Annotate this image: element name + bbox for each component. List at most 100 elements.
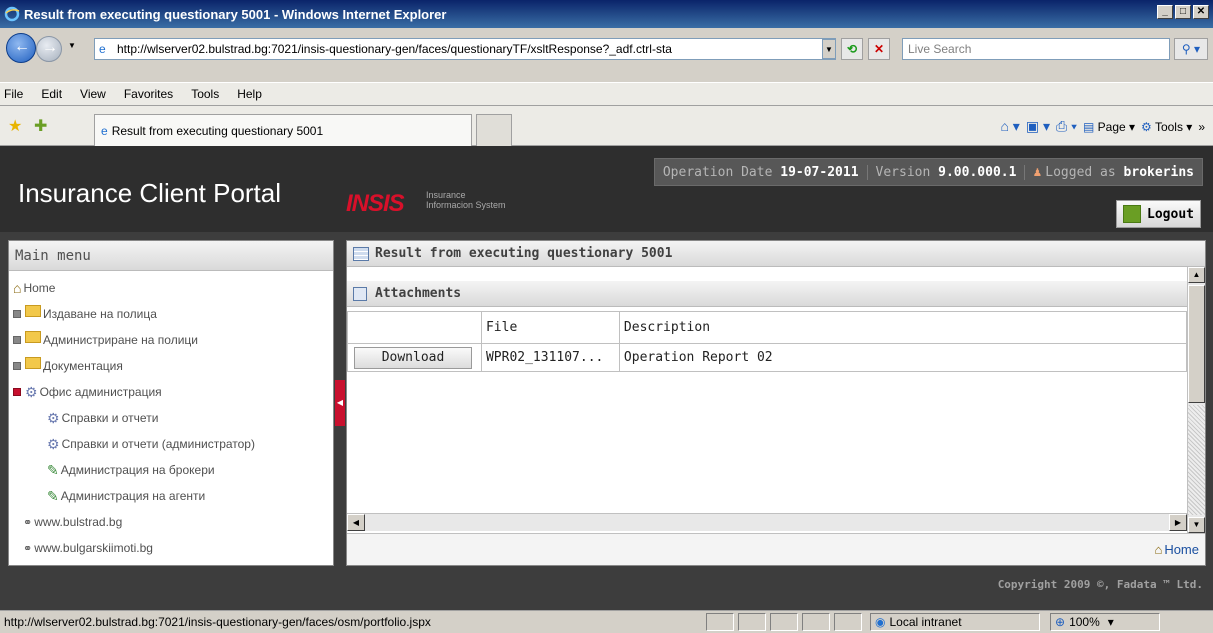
vertical-scrollbar[interactable]: ▲ ▼ — [1187, 267, 1205, 533]
scroll-down-icon[interactable]: ▼ — [1188, 517, 1205, 533]
attachments-table: File Description Download WPR02_131107..… — [347, 311, 1188, 372]
copyright-text: Copyright 2009 ©, Fadata ™ Ltd. — [997, 578, 1203, 591]
main-panel-footer: ⌂ Home — [347, 533, 1205, 565]
sidebar-item-office-admin[interactable]: ⚙ Офис администрация — [9, 379, 333, 405]
session-info-bar: Operation Date 19-07-2011 Version 9.00.0… — [653, 158, 1203, 186]
menu-help[interactable]: Help — [237, 87, 262, 101]
scroll-thumb[interactable] — [1188, 285, 1205, 403]
column-header-description: Description — [618, 311, 1188, 344]
chevron-more-icon[interactable]: » — [1198, 120, 1205, 134]
search-button[interactable]: ⚲ ▾ — [1174, 38, 1208, 60]
status-cell — [706, 613, 734, 631]
sidebar-item-home[interactable]: ⌂ Home — [9, 275, 333, 301]
home-link[interactable]: ⌂ Home — [1154, 542, 1199, 557]
ie-tab-icon: e — [101, 123, 108, 138]
logout-button[interactable]: Logout — [1116, 200, 1201, 228]
sidebar-item-reports[interactable]: ⚙ Справки и отчети — [9, 405, 333, 431]
stop-button[interactable]: ✕ — [868, 38, 890, 60]
tools-menu[interactable]: ⚙ Tools ▾ — [1141, 120, 1192, 134]
address-bar[interactable]: e http://wlserver02.bulstrad.bg:7021/ins… — [94, 38, 836, 60]
sidebar-item-issue-policy[interactable]: Издаване на полица — [9, 301, 333, 327]
refresh-button[interactable]: ⟲ — [841, 38, 863, 60]
close-button[interactable]: ✕ — [1193, 5, 1209, 19]
home-icon[interactable]: ⌂ ▾ — [1000, 118, 1019, 135]
collapse-icon[interactable] — [13, 388, 21, 396]
column-header-action — [347, 311, 482, 344]
sidebar-item-label: Справки и отчети (администратор) — [61, 437, 255, 451]
zoom-control[interactable]: ⊕ 100% ▾ — [1050, 613, 1160, 631]
maximize-button[interactable]: □ — [1175, 5, 1191, 19]
sidebar-link-bulgarskiimoti[interactable]: ⚭ www.bulgarskiimoti.bg — [9, 535, 333, 561]
main-menu-title: Main menu — [9, 241, 333, 271]
main-panel-title: Result from executing questionary 5001 — [375, 246, 673, 261]
sidebar-item-agent-admin[interactable]: ✎ Администрация на агенти — [9, 483, 333, 509]
history-dropdown-icon[interactable]: ▼ — [68, 41, 76, 50]
print-icon[interactable]: ⎙ ▾ — [1056, 118, 1077, 135]
gear-icon: ⚙ — [1141, 119, 1152, 134]
feeds-icon[interactable]: ▣ ▾ — [1026, 118, 1050, 135]
expand-icon[interactable] — [13, 362, 21, 370]
status-url: http://wlserver02.bulstrad.bg:7021/insis… — [4, 615, 431, 629]
page-menu[interactable]: ▤ Page ▾ — [1083, 120, 1135, 134]
menu-favorites[interactable]: Favorites — [124, 87, 173, 101]
link-icon: ⚭ — [23, 542, 33, 555]
sidebar-item-label: Администрация на брокери — [60, 463, 215, 477]
logged-label: Logged as — [1045, 164, 1116, 180]
status-cell — [738, 613, 766, 631]
sidebar-item-documentation[interactable]: Документация — [9, 353, 333, 379]
horizontal-scrollbar[interactable]: ◀ ▶ — [347, 513, 1187, 531]
main-panel-header: Result from executing questionary 5001 — [347, 241, 1205, 267]
page-icon: ▤ — [1082, 119, 1095, 134]
edit-icon: ✎ — [47, 487, 59, 504]
menu-view[interactable]: View — [80, 87, 106, 101]
security-zone[interactable]: ◉ Local intranet — [870, 613, 1040, 631]
cell-action: Download — [347, 343, 482, 372]
menu-bar: File Edit View Favorites Tools Help — [0, 82, 1213, 106]
expand-icon[interactable] — [13, 310, 21, 318]
folder-icon — [25, 331, 41, 343]
expand-icon[interactable] — [13, 336, 21, 344]
minimize-button[interactable]: _ — [1157, 5, 1173, 19]
logout-label: Logout — [1147, 206, 1194, 222]
gear-icon: ⚙ — [25, 383, 38, 400]
window-titlebar: Result from executing questionary 5001 -… — [0, 0, 1213, 28]
sidebar-item-label: Home — [23, 281, 56, 295]
ie-logo-icon — [4, 6, 20, 22]
logo-sub-line1: Insurance — [426, 190, 466, 200]
attachments-title: Attachments — [375, 286, 462, 301]
address-dropdown-button[interactable]: ▼ — [822, 39, 836, 59]
app-header: Insurance Client Portal INSIS Insurance … — [0, 146, 1213, 232]
operation-date: Operation Date 19-07-2011 — [655, 164, 868, 180]
sidebar-link-bulstrad[interactable]: ⚭ www.bulstrad.bg — [9, 509, 333, 535]
search-input[interactable]: Live Search — [902, 38, 1170, 60]
scroll-up-icon[interactable]: ▲ — [1188, 267, 1205, 283]
tab-current[interactable]: e Result from executing questionary 5001 — [94, 114, 472, 146]
scroll-right-icon[interactable]: ▶ — [1169, 514, 1187, 531]
sidebar-item-policy-admin[interactable]: Администриране на полици — [9, 327, 333, 353]
table-row: Download WPR02_131107... Operation Repor… — [347, 343, 1188, 372]
add-favorite-icon[interactable]: ✚ — [34, 116, 47, 136]
menu-tools[interactable]: Tools — [191, 87, 219, 101]
sidebar-item-broker-admin[interactable]: ✎ Администрация на брокери — [9, 457, 333, 483]
scroll-track[interactable] — [1188, 405, 1205, 515]
menu-edit[interactable]: Edit — [41, 87, 62, 101]
favorites-star-icon[interactable]: ★ — [8, 116, 22, 136]
logo-sub-line2: Informacion System — [426, 200, 506, 210]
menu-file[interactable]: File — [4, 87, 23, 101]
scroll-left-icon[interactable]: ◀ — [347, 514, 365, 531]
forward-button[interactable]: → — [36, 36, 62, 62]
zoom-icon: ⊕ — [1055, 615, 1066, 629]
logged-user: ♟ Logged as brokerins — [1025, 165, 1202, 180]
download-button[interactable]: Download — [354, 346, 472, 369]
search-icon: ⚲ ▾ — [1181, 42, 1201, 56]
sidebar-item-reports-admin[interactable]: ⚙ Справки и отчети (администратор) — [9, 431, 333, 457]
back-button[interactable]: ← — [6, 33, 36, 63]
operation-date-value: 19-07-2011 — [780, 164, 859, 180]
home-icon: ⌂ — [13, 280, 22, 296]
logout-icon — [1123, 205, 1142, 223]
portal-title: Insurance Client Portal — [18, 178, 282, 208]
table-header-row: File Description — [347, 311, 1188, 344]
username: brokerins — [1123, 164, 1194, 180]
new-tab-button[interactable] — [476, 114, 512, 146]
sidebar-collapse-handle[interactable]: ◀ — [335, 380, 345, 426]
